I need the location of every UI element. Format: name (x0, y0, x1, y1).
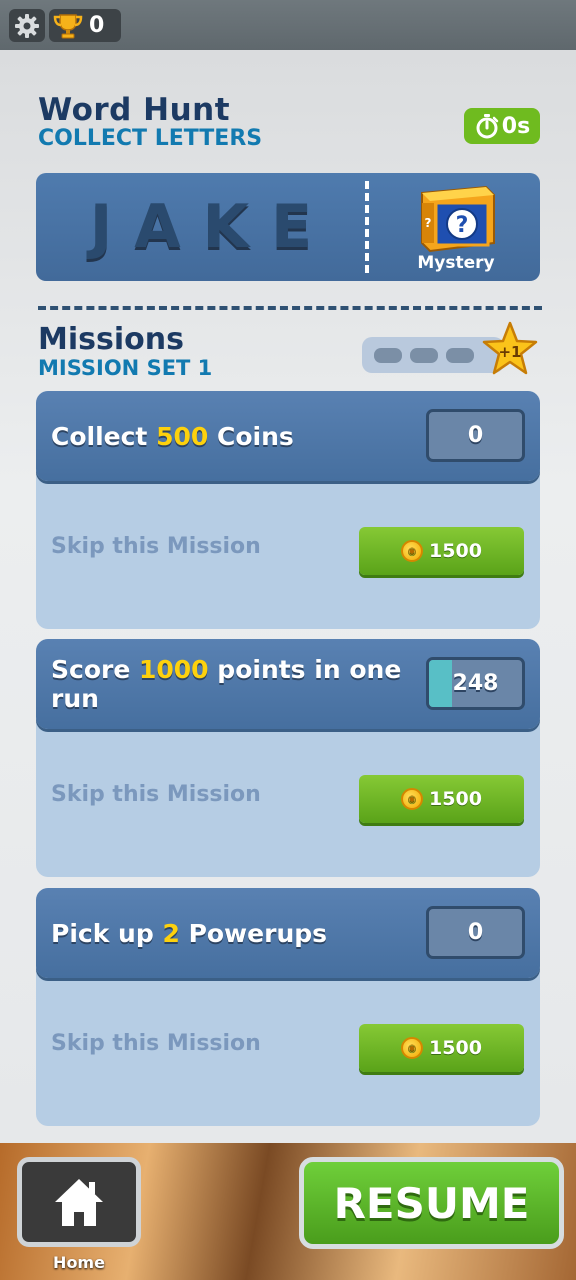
progress-dot (446, 347, 474, 363)
skip-cost: 1500 (429, 788, 482, 810)
mystery-box-icon: ? ? (421, 185, 495, 253)
mission-progress-value: 248 (452, 671, 499, 696)
skip-mission-label: Skip this Mission (51, 534, 261, 559)
mission-header: Pick up 2 Powerups 0 (36, 888, 540, 978)
top-bar: 0 (0, 0, 576, 50)
bottom-bar: Home RESUME (0, 1143, 576, 1280)
event-subtitle: COLLECT LETTERS (38, 126, 263, 151)
mission-target: 1000 (139, 655, 209, 684)
event-timer: 0s (464, 108, 540, 144)
stopwatch-icon (476, 114, 499, 139)
mission-card: Score 1000 points in one run 248 Skip th… (36, 639, 540, 877)
coin-icon: ◉ (401, 1037, 424, 1059)
gear-icon (15, 13, 39, 38)
mission-progress-box: 0 (426, 906, 525, 959)
hunt-word: JAKE (89, 192, 335, 262)
home-label: Home (53, 1253, 105, 1272)
mission-target: 500 (156, 421, 209, 451)
skip-cost: 1500 (429, 1037, 482, 1059)
progress-dot (410, 347, 438, 363)
resume-button[interactable]: RESUME (299, 1157, 564, 1249)
trophy-count: 0 (89, 13, 105, 38)
skip-mission-button[interactable]: ◉ 1500 (359, 527, 524, 575)
settings-button[interactable] (9, 9, 45, 42)
mission-set-label: MISSION SET 1 (38, 356, 213, 380)
skip-cost: 1500 (429, 540, 482, 562)
mission-panel: Word Hunt COLLECT LETTERS 0s JAKE ? ? My… (0, 50, 576, 1143)
star-badge-icon: +1 (482, 321, 538, 375)
missions-title: Missions (38, 322, 184, 357)
skip-mission-button[interactable]: ◉ 1500 (359, 1024, 524, 1072)
word-divider (365, 181, 369, 273)
event-title: Word Hunt (38, 92, 231, 128)
mission-header: Score 1000 points in one run 248 (36, 639, 540, 729)
mission-progress-value: 0 (467, 920, 484, 945)
skip-mission-button[interactable]: ◉ 1500 (359, 775, 524, 823)
coin-icon: ◉ (401, 540, 424, 562)
mission-progress-value: 0 (467, 423, 484, 448)
star-badge-label: +1 (498, 343, 521, 361)
mission-progress-fill (429, 660, 453, 707)
mission-description: Score 1000 points in one run (51, 655, 402, 713)
skip-mission-label: Skip this Mission (51, 782, 261, 807)
timer-value: 0s (501, 113, 531, 139)
mission-card: Pick up 2 Powerups 0 Skip this Mission ◉… (36, 888, 540, 1126)
mission-target: 2 (162, 918, 180, 948)
svg-text:?: ? (456, 213, 469, 238)
progress-dot (374, 347, 402, 363)
mission-description: Collect 500 Coins (51, 421, 294, 451)
trophy-icon (53, 13, 83, 38)
section-divider (38, 306, 542, 310)
word-hunt-card: JAKE ? ? Mystery (36, 173, 540, 281)
mission-card: Collect 500 Coins 0 Skip this Mission ◉ … (36, 391, 540, 629)
mission-progress-box: 0 (426, 409, 525, 462)
coin-icon: ◉ (401, 788, 424, 810)
mission-progress-box: 248 (426, 657, 525, 710)
svg-text:?: ? (425, 216, 432, 230)
trophy-counter: 0 (49, 9, 121, 42)
skip-mission-label: Skip this Mission (51, 1031, 261, 1056)
mission-description: Pick up 2 Powerups (51, 918, 328, 948)
home-icon (55, 1179, 103, 1226)
mission-header: Collect 500 Coins 0 (36, 391, 540, 481)
home-button[interactable] (17, 1157, 141, 1247)
mystery-reward-label: Mystery (417, 253, 495, 273)
